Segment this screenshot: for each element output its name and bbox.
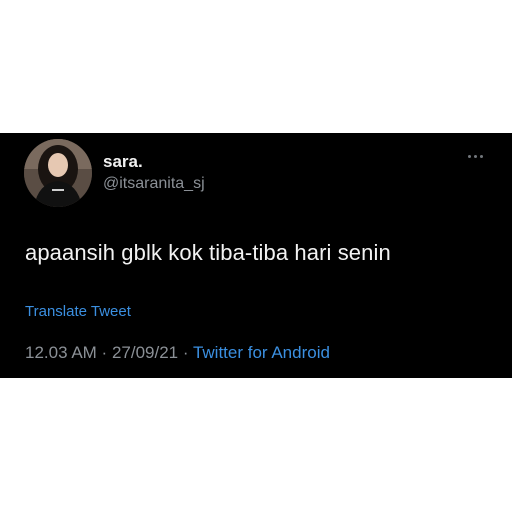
translate-tweet-link[interactable]: Translate Tweet	[25, 303, 131, 320]
tweet-source-link[interactable]: Twitter for Android	[193, 343, 330, 362]
avatar[interactable]	[24, 139, 92, 207]
user-handle[interactable]: @itsaranita_sj	[103, 175, 205, 193]
tweet-time: 12.03 AM	[25, 343, 97, 362]
profile-photo-icon	[24, 139, 92, 207]
meta-separator: ·	[96, 343, 112, 362]
meta-separator: ·	[178, 343, 193, 362]
tweet-text: apaansih gblk kok tiba-tiba hari senin	[25, 240, 391, 265]
display-name[interactable]: sara.	[103, 152, 143, 172]
tweet-meta: 12.03 AM · 27/09/21 · Twitter for Androi…	[25, 343, 330, 363]
more-horizontal-icon[interactable]	[464, 151, 488, 163]
tweet-card: sara. @itsaranita_sj apaansih gblk kok t…	[0, 133, 512, 378]
tweet-date: 27/09/21	[111, 343, 179, 362]
